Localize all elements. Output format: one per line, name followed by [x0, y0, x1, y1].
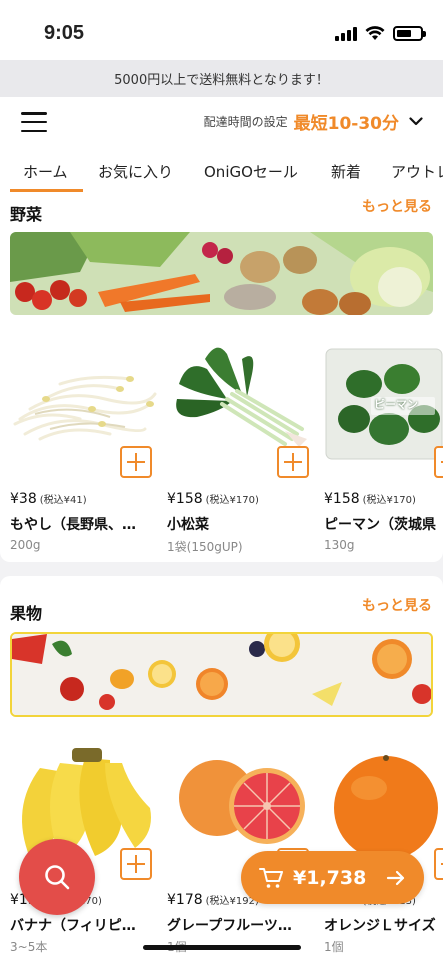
category-tabs: ホーム お気に入り OniGOセール 新着 アウトレ	[0, 147, 443, 194]
product-quantity: 130g	[324, 538, 355, 552]
green-pepper-image: ピーマン	[324, 339, 443, 464]
chevron-down-icon	[405, 111, 427, 133]
product-price: ¥38 (税込¥41)	[10, 491, 87, 507]
vegetables-section: 野菜 もっと見る ¥38 (税込¥41) もやし（長野県、… 200g ¥158…	[0, 194, 443, 562]
tab-new-arrivals[interactable]: 新着	[331, 161, 361, 182]
status-icons	[335, 26, 426, 41]
product-name: バナナ（フィリピ…	[10, 918, 136, 934]
section-title: 果物	[10, 604, 43, 623]
product-name: ピーマン（茨城県	[324, 517, 436, 533]
cart-icon	[259, 867, 283, 888]
add-to-cart-button[interactable]	[434, 848, 443, 880]
product-quantity: 200g	[10, 538, 41, 552]
fruits-banner-image[interactable]	[10, 632, 433, 717]
active-tab-indicator	[10, 189, 83, 192]
product-card[interactable]: ¥38 (税込¥41) もやし（長野県、… 200g	[10, 339, 160, 554]
status-bar: 9:05	[0, 0, 443, 60]
add-to-cart-button[interactable]	[120, 848, 152, 880]
cellular-signal-icon	[335, 26, 357, 41]
banner-text: 5000円以上で送料無料となります！	[114, 73, 329, 88]
battery-icon	[393, 26, 426, 41]
home-indicator	[143, 945, 301, 950]
tab-home[interactable]: ホーム	[23, 161, 68, 182]
product-card[interactable]: ピーマン ¥158 (税込¥170) ピーマン（茨城県 130g	[324, 339, 443, 554]
cart-total: ¥1,738	[293, 866, 367, 889]
product-name: 小松菜	[167, 517, 209, 533]
product-quantity: 3~5本	[10, 940, 48, 954]
delivery-time-label: 配達時間の設定	[203, 115, 288, 129]
delivery-time-selector[interactable]: 配達時間の設定 最短10-30分	[204, 109, 427, 134]
free-shipping-banner: 5000円以上で送料無料となります！	[0, 60, 443, 97]
product-quantity: 1袋(150gUP)	[167, 540, 243, 554]
package-label: ピーマン	[374, 398, 418, 411]
product-quantity: 1個	[324, 940, 344, 954]
delivery-time-value: 最短10-30分	[293, 114, 399, 134]
add-to-cart-button[interactable]	[277, 446, 309, 478]
product-card[interactable]: ¥158 (税込¥170) 小松菜 1袋(150gUP)	[167, 339, 317, 554]
tab-outlet[interactable]: アウトレ	[391, 161, 443, 182]
section-title: 野菜	[10, 205, 43, 224]
cart-checkout-button[interactable]: ¥1,738	[241, 851, 424, 904]
product-name: オレンジＬサイズ	[324, 918, 436, 934]
product-price: ¥178 (税込¥192)	[167, 892, 259, 908]
see-more-link[interactable]: もっと見る	[362, 196, 432, 216]
tab-favorites[interactable]: お気に入り	[98, 161, 173, 182]
see-more-link[interactable]: もっと見る	[362, 595, 432, 615]
wifi-icon	[365, 26, 385, 40]
product-name: もやし（長野県、…	[10, 517, 136, 533]
tab-onigo-sale[interactable]: OniGOセール	[204, 161, 298, 182]
app-header: 配達時間の設定 最短10-30分	[0, 97, 443, 147]
add-to-cart-button[interactable]	[120, 446, 152, 478]
product-price: ¥158(税込¥170)	[167, 491, 259, 507]
search-icon	[45, 865, 70, 890]
status-time: 9:05	[44, 22, 85, 44]
product-name: グレープフルーツ…	[167, 918, 292, 934]
add-to-cart-button[interactable]	[434, 446, 443, 478]
search-button[interactable]	[19, 839, 95, 915]
arrow-right-icon	[386, 870, 405, 885]
product-price: ¥158(税込¥170)	[324, 491, 416, 507]
vegetables-banner-image[interactable]	[10, 232, 433, 315]
menu-icon[interactable]	[21, 112, 47, 132]
